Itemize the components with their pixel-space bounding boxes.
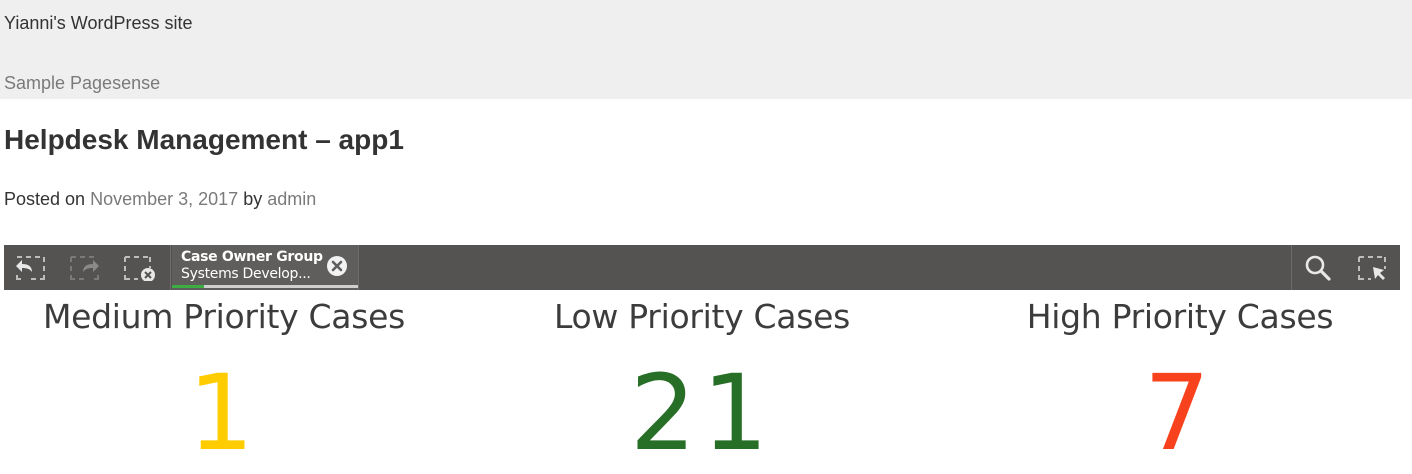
kpi-medium-priority: Medium Priority Cases 1 xyxy=(24,292,424,468)
step-back-icon xyxy=(15,255,47,281)
step-back-button[interactable] xyxy=(8,245,54,290)
selection-field-name: Case Owner Group xyxy=(181,249,323,265)
toolbar-divider xyxy=(170,245,171,290)
site-header: Yianni's WordPress site Sample Pagesense xyxy=(0,0,1412,99)
step-forward-button[interactable] xyxy=(61,245,107,290)
kpi-low-priority: Low Priority Cases 21 xyxy=(502,292,902,468)
site-description: Sample Pagesense xyxy=(4,73,161,93)
post-author-link[interactable]: admin xyxy=(267,189,316,209)
post-date-link[interactable]: November 3, 2017 xyxy=(90,189,238,209)
selection-chip[interactable]: Case Owner Group Systems Develop... xyxy=(172,245,358,290)
remove-selection-icon[interactable] xyxy=(325,254,349,278)
by-label: by xyxy=(243,189,263,209)
kpi-value: 1 xyxy=(187,352,261,474)
clear-selections-icon xyxy=(123,255,157,281)
clear-selections-button[interactable] xyxy=(117,245,163,290)
toolbar-divider xyxy=(358,245,359,290)
selection-mode-icon xyxy=(1357,255,1387,281)
selection-mode-button[interactable] xyxy=(1349,245,1395,290)
post-meta: Posted on November 3, 2017 by admin xyxy=(4,189,316,210)
kpi-title: High Priority Cases xyxy=(1026,297,1334,336)
selection-state-bar xyxy=(172,285,358,288)
toolbar-divider xyxy=(1291,245,1292,290)
site-title-link[interactable]: Yianni's WordPress site xyxy=(4,13,193,34)
kpi-value: 21 xyxy=(629,352,775,474)
search-icon xyxy=(1304,254,1332,282)
selection-field-value: Systems Develop... xyxy=(181,266,311,282)
search-button[interactable] xyxy=(1295,245,1341,290)
kpi-title: Low Priority Cases xyxy=(554,297,850,336)
selection-state-fill xyxy=(172,285,204,288)
posted-on-label: Posted on xyxy=(4,189,86,209)
selections-toolbar: Case Owner Group Systems Develop... xyxy=(4,245,1400,290)
step-forward-icon xyxy=(68,255,100,281)
kpi-title: Medium Priority Cases xyxy=(42,297,406,336)
kpi-high-priority: High Priority Cases 7 xyxy=(980,292,1380,468)
kpi-value: 7 xyxy=(1143,352,1217,474)
post-title: Helpdesk Management – app1 xyxy=(4,124,404,155)
